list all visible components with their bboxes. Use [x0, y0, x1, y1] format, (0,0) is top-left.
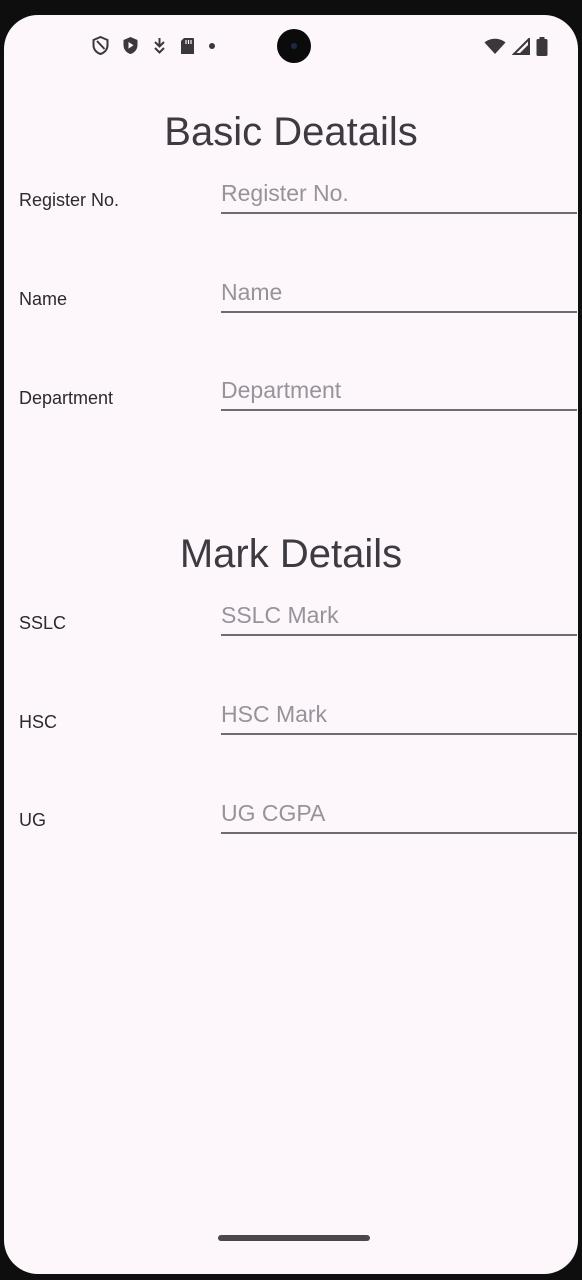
- play-shield-icon: [122, 36, 139, 55]
- name-input[interactable]: [221, 273, 577, 313]
- register-no-label: Register No.: [19, 190, 120, 210]
- ug-cgpa-input[interactable]: [221, 794, 577, 834]
- hsc-mark-input[interactable]: [221, 695, 577, 735]
- sslc-label: SSLC: [19, 613, 67, 633]
- status-bar-right: [484, 37, 548, 56]
- shield-outline-icon: [92, 36, 109, 55]
- name-label: Name: [19, 289, 68, 309]
- home-indicator[interactable]: [218, 1235, 370, 1241]
- ug-label: UG: [19, 810, 46, 830]
- dot-icon: [208, 42, 216, 50]
- wifi-icon: [484, 38, 506, 55]
- department-label: Department: [19, 388, 114, 408]
- sd-card-icon: [180, 37, 195, 55]
- status-bar-left: [92, 36, 216, 55]
- register-no-input[interactable]: [221, 174, 577, 214]
- department-input[interactable]: [221, 371, 577, 411]
- mark-details-title: Mark Details: [179, 532, 403, 576]
- basic-details-title: Basic Deatails: [164, 110, 418, 154]
- phone-frame: Basic Deatails Register No. Name Departm…: [0, 0, 582, 1280]
- signal-icon: [512, 38, 530, 55]
- front-camera: [277, 29, 311, 63]
- battery-icon: [536, 37, 548, 56]
- download-icon: [152, 37, 167, 55]
- hsc-label: HSC: [19, 712, 58, 732]
- sslc-mark-input[interactable]: [221, 596, 577, 636]
- app-screen: Basic Deatails Register No. Name Departm…: [4, 15, 578, 1274]
